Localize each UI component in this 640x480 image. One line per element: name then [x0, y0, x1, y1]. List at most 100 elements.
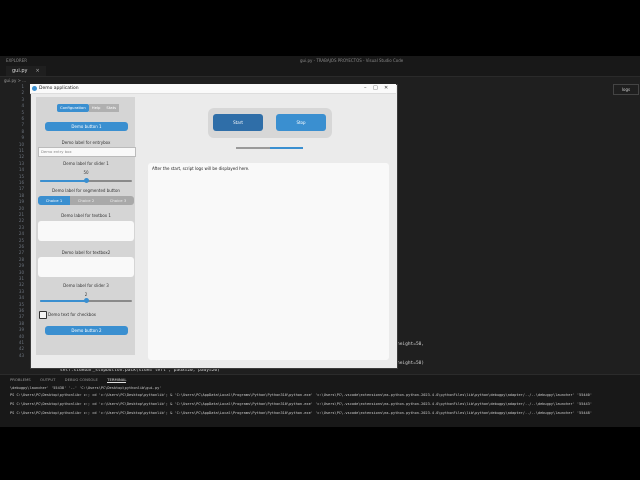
demo-button-1[interactable]: Demo button 1 [45, 122, 128, 131]
slider3-label: Demo label for slider 3 [63, 283, 109, 288]
line-number: 1 [21, 84, 24, 89]
line-number: 28 [18, 256, 24, 262]
terminal-line: \debugpy\launcher' '55438' '--' 'C:\User… [10, 386, 162, 390]
segment-choice-3[interactable]: Choice 3 [102, 196, 134, 205]
line-number: 10 [18, 141, 24, 147]
logs-button[interactable]: logs [613, 84, 639, 95]
line-number: 33 [18, 288, 24, 294]
line-number: 21 [18, 212, 24, 217]
close-icon[interactable]: ✕ [384, 85, 388, 91]
segment-choice-1[interactable]: Choice 1 [38, 196, 70, 205]
slider-1-handle[interactable] [83, 178, 89, 183]
slider-3-fill [40, 300, 86, 302]
vscode-tab-bar [0, 65, 640, 77]
slider1-value: 50 [83, 170, 89, 175]
line-number-gutter: 1 2 3 4 5 6 7 8 9 10 11 12 13 14 15 16 17 18 19 20 21 22 23 24 2… [0, 84, 30, 374]
line-number: 13 [18, 160, 24, 166]
tab-configuration[interactable]: Configuration [57, 104, 89, 112]
tab-help[interactable]: Help [88, 104, 104, 112]
tab-label: gui.py [12, 68, 28, 74]
line-number: 42 [18, 346, 24, 352]
breadcrumb[interactable]: gui.py > ... [4, 78, 26, 83]
tab-output[interactable]: OUTPUT [40, 377, 55, 382]
minimize-icon[interactable]: – [364, 85, 367, 91]
line-number: 30 [18, 269, 24, 275]
line-number: 3 [21, 96, 24, 102]
textbox-2[interactable] [38, 257, 134, 277]
app-icon [32, 86, 37, 91]
slider1-label: Demo label for slider 1 [63, 161, 109, 166]
tab-stats[interactable]: Stats [103, 104, 120, 112]
tab-problems[interactable]: PROBLEMS [10, 377, 31, 382]
textbox-1[interactable] [38, 221, 134, 241]
tab-terminal[interactable]: TERMINAL [107, 377, 127, 383]
segmented-button: Choice 1 Choice 2 Choice 3 [38, 196, 134, 205]
line-number: 37 [18, 314, 24, 320]
demo-entry-box[interactable]: Demo entry box [38, 147, 136, 157]
line-number: 26 [18, 244, 24, 249]
line-number: 2 [21, 90, 24, 96]
progress-bar [236, 147, 303, 149]
line-number: 11 [18, 148, 24, 153]
code-line[interactable]: height=50, [397, 342, 424, 347]
line-number: 23 [18, 224, 24, 230]
demo-checkbox[interactable] [39, 311, 47, 319]
line-number: 35 [18, 301, 24, 307]
slider-3-handle[interactable] [83, 298, 89, 303]
demo-button-2[interactable]: Demo button 2 [45, 326, 128, 335]
line-number: 27 [18, 250, 24, 256]
maximize-icon[interactable]: □ [373, 85, 378, 91]
textbox2-label: Demo label for textbox2 [61, 250, 111, 255]
line-number: 24 [18, 231, 24, 237]
slider-1-fill [40, 180, 86, 182]
line-number: 12 [18, 154, 24, 160]
segmented-label: Demo label for segmented button [52, 188, 120, 193]
tab-gui-py[interactable]: gui.py × [6, 66, 46, 76]
vscode-window-title: gui.py - TRABAJOS PROYECTOS - Visual Stu… [300, 58, 404, 63]
line-number: 6 [21, 116, 24, 121]
line-number: 36 [18, 308, 24, 313]
line-number: 40 [18, 333, 24, 339]
line-number: 4 [21, 103, 24, 109]
terminal-line: PS C:\Users\PC\Desktop\pythonlib> c:; cd… [10, 393, 593, 397]
line-number: 14 [18, 167, 24, 173]
line-number: 43 [18, 352, 24, 358]
line-number: 20 [18, 205, 24, 211]
sidebar-tabview: Configuration Help Stats [57, 104, 120, 112]
line-number: 16 [18, 180, 24, 185]
start-button[interactable]: Start [213, 114, 263, 131]
checkbox-label[interactable]: Demo text for checkbox [48, 312, 96, 317]
vscode-titlebar: EXPLORER gui.py - TRABAJOS PROYECTOS - V… [0, 56, 640, 65]
code-line[interactable]: height=50) [397, 361, 424, 366]
entry-label: Demo label for entrybox [61, 140, 111, 145]
textbox1-label: Demo label for textbox 1 [61, 213, 111, 218]
tab-debug-console[interactable]: DEBUG CONSOLE [65, 377, 98, 382]
vscode-menu-label: EXPLORER [6, 58, 27, 63]
segment-choice-2[interactable]: Choice 2 [70, 196, 102, 205]
tab-close-icon[interactable]: × [35, 68, 39, 74]
line-number: 9 [21, 135, 24, 141]
slider3-value: 2 [84, 292, 88, 297]
line-number: 38 [18, 320, 24, 326]
progress-bar-fill [269, 147, 303, 149]
log-text: After the start, script logs will be dis… [152, 166, 250, 171]
terminal-line: PS C:\Users\PC\Desktop\pythonlib> c:; cd… [10, 402, 593, 406]
line-number: 29 [18, 263, 24, 269]
line-number: 39 [18, 327, 24, 333]
log-textbox[interactable] [148, 163, 389, 360]
line-number: 18 [18, 192, 24, 198]
line-number: 32 [18, 282, 24, 288]
line-number: 19 [18, 199, 24, 205]
line-number: 31 [18, 276, 24, 281]
stop-button[interactable]: Stop [276, 114, 326, 131]
line-number: 7 [21, 122, 24, 128]
line-number: 34 [18, 295, 24, 301]
line-number: 8 [21, 128, 24, 134]
window-title: Demo application [39, 85, 79, 91]
line-number: 41 [18, 340, 24, 345]
demo-app-titlebar[interactable]: Demo application – □ ✕ [30, 84, 396, 94]
line-number: 25 [18, 237, 24, 243]
terminal-line: PS C:\Users\PC\Desktop\pythonlib> c:; cd… [10, 411, 593, 415]
terminal-tabs: PROBLEMS OUTPUT DEBUG CONSOLE TERMINAL [10, 377, 134, 383]
line-number: 5 [21, 109, 24, 115]
